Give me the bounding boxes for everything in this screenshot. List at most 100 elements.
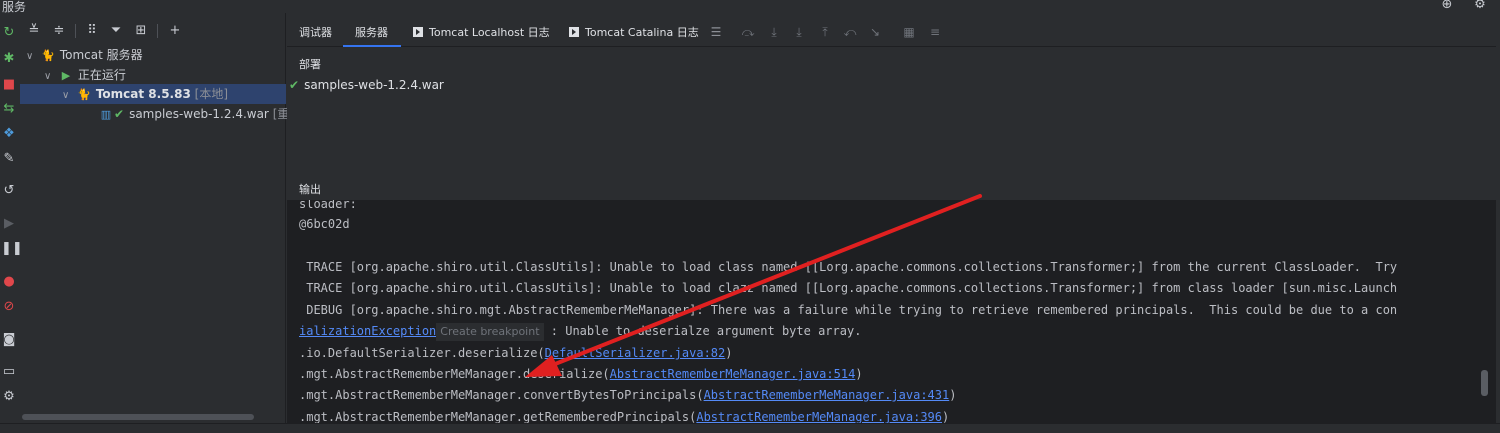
artifact-label: samples-web-1.2.4.war: [129, 107, 269, 121]
tree-node-artifact[interactable]: ▥✔samples-web-1.2.4.war [重新: [98, 104, 302, 124]
right-edge-bar: [1496, 13, 1500, 423]
tomcat-icon: 🐈: [41, 49, 55, 62]
tab-debugger[interactable]: 调试器: [299, 13, 332, 47]
stack-method: .mgt.AbstractRememberMeManager.deseriali…: [299, 367, 610, 381]
horizontal-scrollbar[interactable]: [22, 414, 254, 420]
stack-line: .mgt.AbstractRememberMeManager.convertBy…: [299, 385, 956, 406]
stack-source-link[interactable]: DefaultSerializer.java:82: [545, 346, 726, 360]
tab-label: 调试器: [299, 26, 332, 39]
server-tag: [本地]: [194, 87, 229, 101]
chevron-down-icon[interactable]: ∨: [62, 86, 76, 106]
resume-icon[interactable]: ▶: [1, 216, 17, 232]
gear-icon[interactable]: ⚙: [1473, 0, 1487, 12]
tab-label: 服务器: [355, 26, 388, 39]
deploy-icon[interactable]: ❖: [1, 126, 17, 142]
tab-bar: 调试器 服务器 Tomcat Localhost 日志 Tomcat Catal…: [287, 13, 1500, 47]
artifact-icon: ▥: [100, 108, 112, 121]
add-service-icon[interactable]: +: [167, 23, 183, 39]
pause-icon[interactable]: ❚❚: [1, 241, 23, 257]
wrench-icon[interactable]: ✎: [1, 151, 17, 167]
vertical-scrollbar[interactable]: [1481, 370, 1488, 396]
stack-close: ): [725, 346, 733, 360]
stack-close: ): [949, 388, 957, 402]
expand-all-icon[interactable]: ≚: [26, 23, 42, 39]
output-console[interactable]: sloader: @6bc02d TRACE [org.apache.shiro…: [287, 200, 1500, 423]
rerun-icon[interactable]: ↻: [1, 25, 17, 41]
menu-icon[interactable]: ☰: [709, 25, 723, 39]
tree-node-label: 正在运行: [77, 68, 126, 82]
console-line: sloader:: [299, 200, 357, 211]
stack-method: .mgt.AbstractRememberMeManager.getRememb…: [299, 410, 697, 423]
deployment-item[interactable]: ✔ samples-web-1.2.4.war: [289, 78, 444, 92]
tree-node-running[interactable]: ∨ ▶ 正在运行: [44, 65, 126, 85]
tab-tomcat-catalina-log[interactable]: Tomcat Catalina 日志: [569, 13, 699, 47]
step-into-icon[interactable]: ⤓: [767, 25, 781, 39]
tree-node-tomcat-instance[interactable]: ∨ 🐈 Tomcat 8.5.83 [本地]: [62, 84, 228, 104]
refresh-icon[interactable]: ↺: [1, 183, 17, 199]
step-out-icon[interactable]: ⤒: [818, 25, 832, 39]
stack-close: ): [942, 410, 950, 423]
run-icon: ▶: [61, 69, 71, 82]
left-toolbar: ↻ ✱ ■ ⇆ ❖ ✎ ↺ ▶ ❚❚ ● ⊘ ◙ ▭ ⚙: [0, 13, 23, 423]
camera-icon[interactable]: ◙: [1, 332, 17, 348]
stack-method: .mgt.AbstractRememberMeManager.convertBy…: [299, 388, 704, 402]
tab-tomcat-localhost-log[interactable]: Tomcat Localhost 日志: [413, 13, 550, 47]
run-to-cursor-icon[interactable]: ↘: [868, 25, 882, 39]
console-line: ializationException Create breakpoint : U…: [299, 321, 861, 342]
step-over-icon[interactable]: ⤼: [741, 25, 755, 39]
check-icon: ✔: [114, 107, 125, 121]
output-section-label: 输出: [299, 183, 321, 196]
stack-source-link[interactable]: AbstractRememberMeManager.java:514: [610, 367, 856, 381]
filter-icon[interactable]: ⏷: [108, 23, 124, 39]
collapse-all-icon[interactable]: ≑: [51, 23, 67, 39]
stop-icon[interactable]: ■: [1, 77, 17, 93]
service-details-panel: 调试器 服务器 Tomcat Localhost 日志 Tomcat Catal…: [287, 13, 1500, 423]
layout-icon[interactable]: ▭: [1, 364, 17, 380]
stack-source-link[interactable]: AbstractRememberMeManager.java:431: [704, 388, 950, 402]
tree-node-label: Tomcat 服务器: [59, 48, 143, 62]
mute-breakpoints-icon[interactable]: ⊘: [1, 299, 17, 315]
deploy-section-label: 部署: [299, 58, 321, 71]
crosshair-icon[interactable]: ⊕: [1440, 0, 1454, 12]
update-icon[interactable]: ⇆: [1, 101, 17, 117]
console-line: DEBUG [org.apache.shiro.mgt.AbstractReme…: [299, 303, 1398, 317]
stack-line: .io.DefaultSerializer.deserialize(Defaul…: [299, 343, 733, 364]
exception-message: : Unable to deserialze argument byte arr…: [550, 324, 862, 338]
tomcat-running-icon: 🐈: [77, 88, 91, 101]
exception-link[interactable]: ializationException: [299, 324, 436, 338]
log-icon: [569, 27, 579, 37]
force-step-into-icon[interactable]: ⤓: [792, 25, 806, 39]
console-line: TRACE [org.apache.shiro.util.ClassUtils]…: [299, 281, 1398, 295]
deployment-label: samples-web-1.2.4.war: [304, 78, 444, 92]
title-bar: 服务 ⊕ ⚙: [0, 0, 1500, 14]
create-breakpoint-tooltip: Create breakpoint: [436, 323, 544, 341]
group-icon[interactable]: ⠿: [84, 23, 100, 39]
services-tree-panel: ≚ ≑ ⠿ ⏷ ⊞ + ∨ 🐈 Tomcat 服务器 ∨ ▶ 正在运行 ∨ 🐈 Tom…: [20, 13, 301, 423]
toolbar-divider: [75, 24, 76, 38]
breakpoints-icon[interactable]: ●: [1, 274, 17, 290]
chevron-down-icon[interactable]: ∨: [26, 47, 40, 67]
check-icon: ✔: [289, 78, 300, 92]
tab-server[interactable]: 服务器: [343, 13, 401, 47]
stack-close: ): [855, 367, 863, 381]
trace-icon[interactable]: ≡: [928, 25, 942, 39]
toolbar-divider: [157, 24, 158, 38]
settings-icon[interactable]: ⚙: [1, 389, 17, 405]
tree-node-tomcat-server[interactable]: ∨ 🐈 Tomcat 服务器: [26, 45, 143, 65]
stack-method: .io.DefaultSerializer.deserialize(: [299, 346, 545, 360]
server-name: Tomcat 8.5.83: [95, 87, 191, 101]
log-icon: [413, 27, 423, 37]
new-tab-icon[interactable]: ⊞: [133, 23, 149, 39]
tab-label: Tomcat Catalina 日志: [585, 26, 699, 39]
status-bar: [0, 423, 1500, 433]
console-line: @6bc02d: [299, 217, 350, 231]
evaluate-icon[interactable]: ▦: [902, 25, 916, 39]
stack-source-link[interactable]: AbstractRememberMeManager.java:396: [696, 410, 942, 423]
stack-line: .mgt.AbstractRememberMeManager.deseriali…: [299, 364, 863, 385]
tab-label: Tomcat Localhost 日志: [429, 26, 550, 39]
drop-frame-icon[interactable]: ⤺: [843, 25, 857, 39]
debug-icon[interactable]: ✱: [1, 51, 17, 67]
stack-line: .mgt.AbstractRememberMeManager.getRememb…: [299, 407, 949, 423]
chevron-down-icon[interactable]: ∨: [44, 67, 58, 87]
console-line: TRACE [org.apache.shiro.util.ClassUtils]…: [299, 260, 1398, 274]
